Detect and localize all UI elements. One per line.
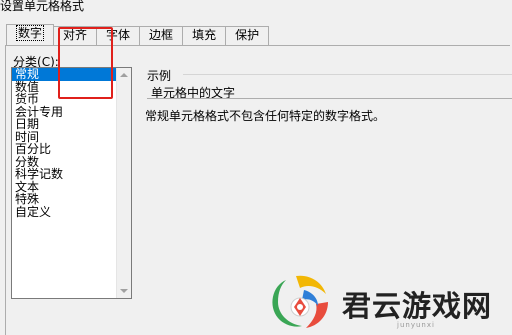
tab-label: 数字 [16, 25, 45, 41]
category-item[interactable]: 科学记数 [12, 168, 118, 181]
sample-group-line [183, 74, 512, 75]
tab-label: 边框 [149, 28, 174, 42]
category-listbox[interactable]: 常规 数值 货币 会计专用 日期 时间 百分比 分数 科学记数 文本 特殊 自定义 [11, 67, 132, 299]
watermark-brand: 君云游戏网 [342, 289, 493, 323]
tab-label: 保护 [235, 28, 260, 42]
dialog-title: 设置单元格格式 [0, 0, 85, 13]
tab-border[interactable]: 边框 [139, 26, 184, 45]
watermark-domain: junyunxi [397, 321, 435, 329]
category-item[interactable]: 百分比 [12, 143, 118, 156]
category-item[interactable]: 日期 [12, 118, 118, 131]
scroll-up-icon[interactable] [120, 73, 128, 77]
listbox-scrollbar[interactable] [116, 68, 131, 298]
tab-fill[interactable]: 填充 [182, 26, 227, 45]
tab-number[interactable]: 数字 [6, 24, 55, 45]
watermark-logo-icon [272, 275, 328, 328]
tab-label: 填充 [192, 28, 217, 42]
tab-protection[interactable]: 保护 [225, 26, 270, 45]
format-description: 常规单元格格式不包含任何特定的数字格式。 [145, 109, 386, 123]
scroll-down-icon[interactable] [120, 289, 128, 293]
category-item[interactable]: 特殊 [12, 193, 118, 206]
sample-title: 示例 [147, 67, 175, 84]
highlight-annotation [58, 27, 113, 99]
sample-divider [147, 98, 512, 99]
sample-group: 示例 单元格中的文字 [143, 67, 512, 100]
category-item[interactable]: 自定义 [12, 206, 118, 219]
tab-strip: 数字 对齐 字体 边框 填充 保护 [6, 24, 270, 46]
